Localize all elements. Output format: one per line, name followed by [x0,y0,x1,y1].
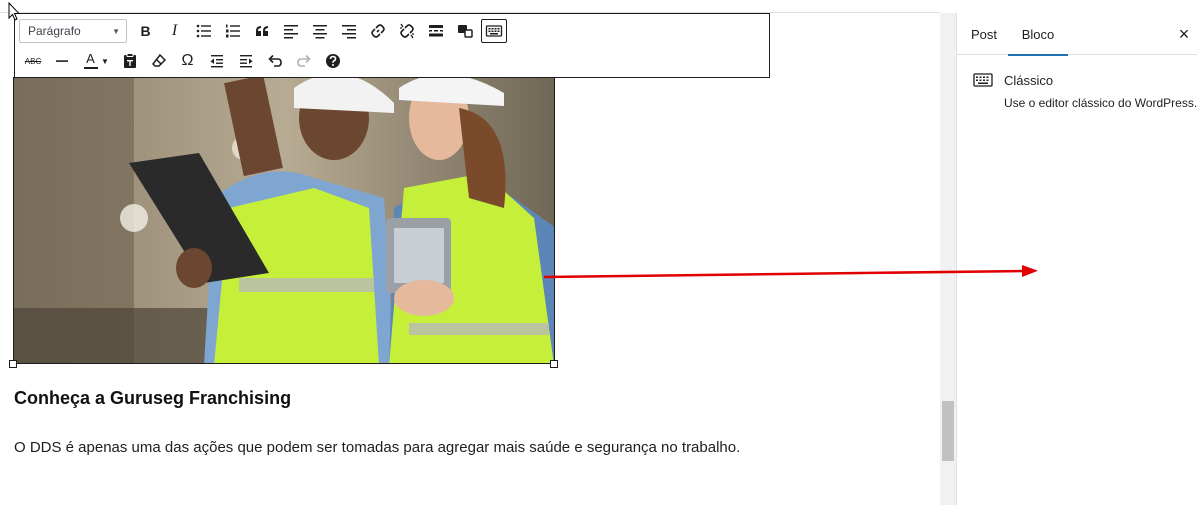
editor-canvas[interactable]: Parágrafo ▼ B I ABC A ▼ Ω Conheça a Guru… [0,0,940,505]
text-color-dropdown[interactable]: ▼ [99,49,111,73]
block-title: Clássico [1004,73,1054,88]
keyboard-icon [485,25,503,37]
classic-editor-toolbar: Parágrafo ▼ B I ABC A ▼ Ω [14,13,770,78]
resize-handle-bottom-right[interactable] [550,360,558,368]
align-left-button[interactable] [276,19,305,43]
blockquote-icon [255,26,268,36]
undo-icon [267,54,282,67]
close-icon: × [1178,23,1190,44]
special-character-icon: Ω [181,52,194,69]
text-color-swatch [83,67,98,69]
align-right-button[interactable] [334,19,363,43]
content-paragraph[interactable]: O DDS é apenas uma das ações que podem s… [14,433,744,462]
chevron-down-icon: ▼ [112,26,120,36]
help-button[interactable] [318,49,347,73]
remove-link-button[interactable] [392,19,421,43]
blockquote-button[interactable] [247,19,276,43]
align-left-icon [283,25,298,39]
special-character-button[interactable]: Ω [173,49,202,73]
redo-button[interactable] [289,49,318,73]
text-color-icon: A [86,51,95,66]
link-icon [370,24,385,38]
content-heading[interactable]: Conheça a Guruseg Franchising [14,388,291,409]
toolbar-toggle-icon [457,25,473,38]
insert-link-button[interactable] [363,19,392,43]
mouse-cursor-icon [8,2,20,21]
bullet-list-button[interactable] [189,19,218,43]
numbered-list-icon [225,24,240,38]
strikethrough-button[interactable]: ABC [19,49,47,73]
tab-post[interactable]: Post [965,13,1003,55]
tab-block[interactable]: Bloco [1008,13,1068,56]
align-center-icon [312,25,327,39]
indent-icon [239,55,252,68]
horizontal-line-button[interactable] [47,49,76,73]
toolbar-row-1: Parágrafo ▼ B I [19,18,507,44]
bold-icon: B [140,23,151,39]
italic-icon: I [171,22,178,39]
outdent-button[interactable] [202,49,231,73]
numbered-list-button[interactable] [218,19,247,43]
horizontal-line-icon [55,60,68,62]
read-more-icon [428,25,443,37]
keyboard-shortcuts-button[interactable] [481,19,507,43]
paste-text-icon [123,53,136,68]
bullet-list-icon [196,24,211,38]
help-icon [325,54,340,68]
chevron-down-icon: ▼ [101,56,109,66]
bold-button[interactable]: B [131,19,160,43]
settings-sidebar: Post Bloco × Clássico Use o editor cláss… [956,13,1197,505]
clear-formatting-icon [151,53,166,67]
italic-button[interactable]: I [160,19,189,43]
construction-workers-image [14,78,554,363]
outdent-icon [210,55,223,68]
toolbar-row-2: ABC A ▼ Ω [19,48,347,74]
strikethrough-icon: ABC [24,56,42,66]
align-center-button[interactable] [305,19,334,43]
align-right-icon [341,25,356,39]
toolbar-toggle-button[interactable] [450,19,479,43]
read-more-button[interactable] [421,19,450,43]
close-sidebar-button[interactable]: × [1174,24,1194,44]
format-select-value: Parágrafo [28,24,81,38]
clear-formatting-button[interactable] [144,49,173,73]
redo-icon [296,54,311,67]
indent-button[interactable] [231,49,260,73]
image-block[interactable] [13,77,555,364]
editor-scrollbar[interactable] [940,13,956,505]
block-description: Use o editor clássico do WordPress. [1004,96,1197,110]
format-select[interactable]: Parágrafo ▼ [19,19,127,43]
resize-handle-bottom-left[interactable] [9,360,17,368]
keyboard-icon [973,73,993,87]
undo-button[interactable] [260,49,289,73]
sidebar-tabs: Post Bloco × [957,13,1197,56]
scrollbar-thumb[interactable] [942,401,954,461]
unlink-icon [399,23,414,39]
paste-as-text-button[interactable] [115,49,144,73]
